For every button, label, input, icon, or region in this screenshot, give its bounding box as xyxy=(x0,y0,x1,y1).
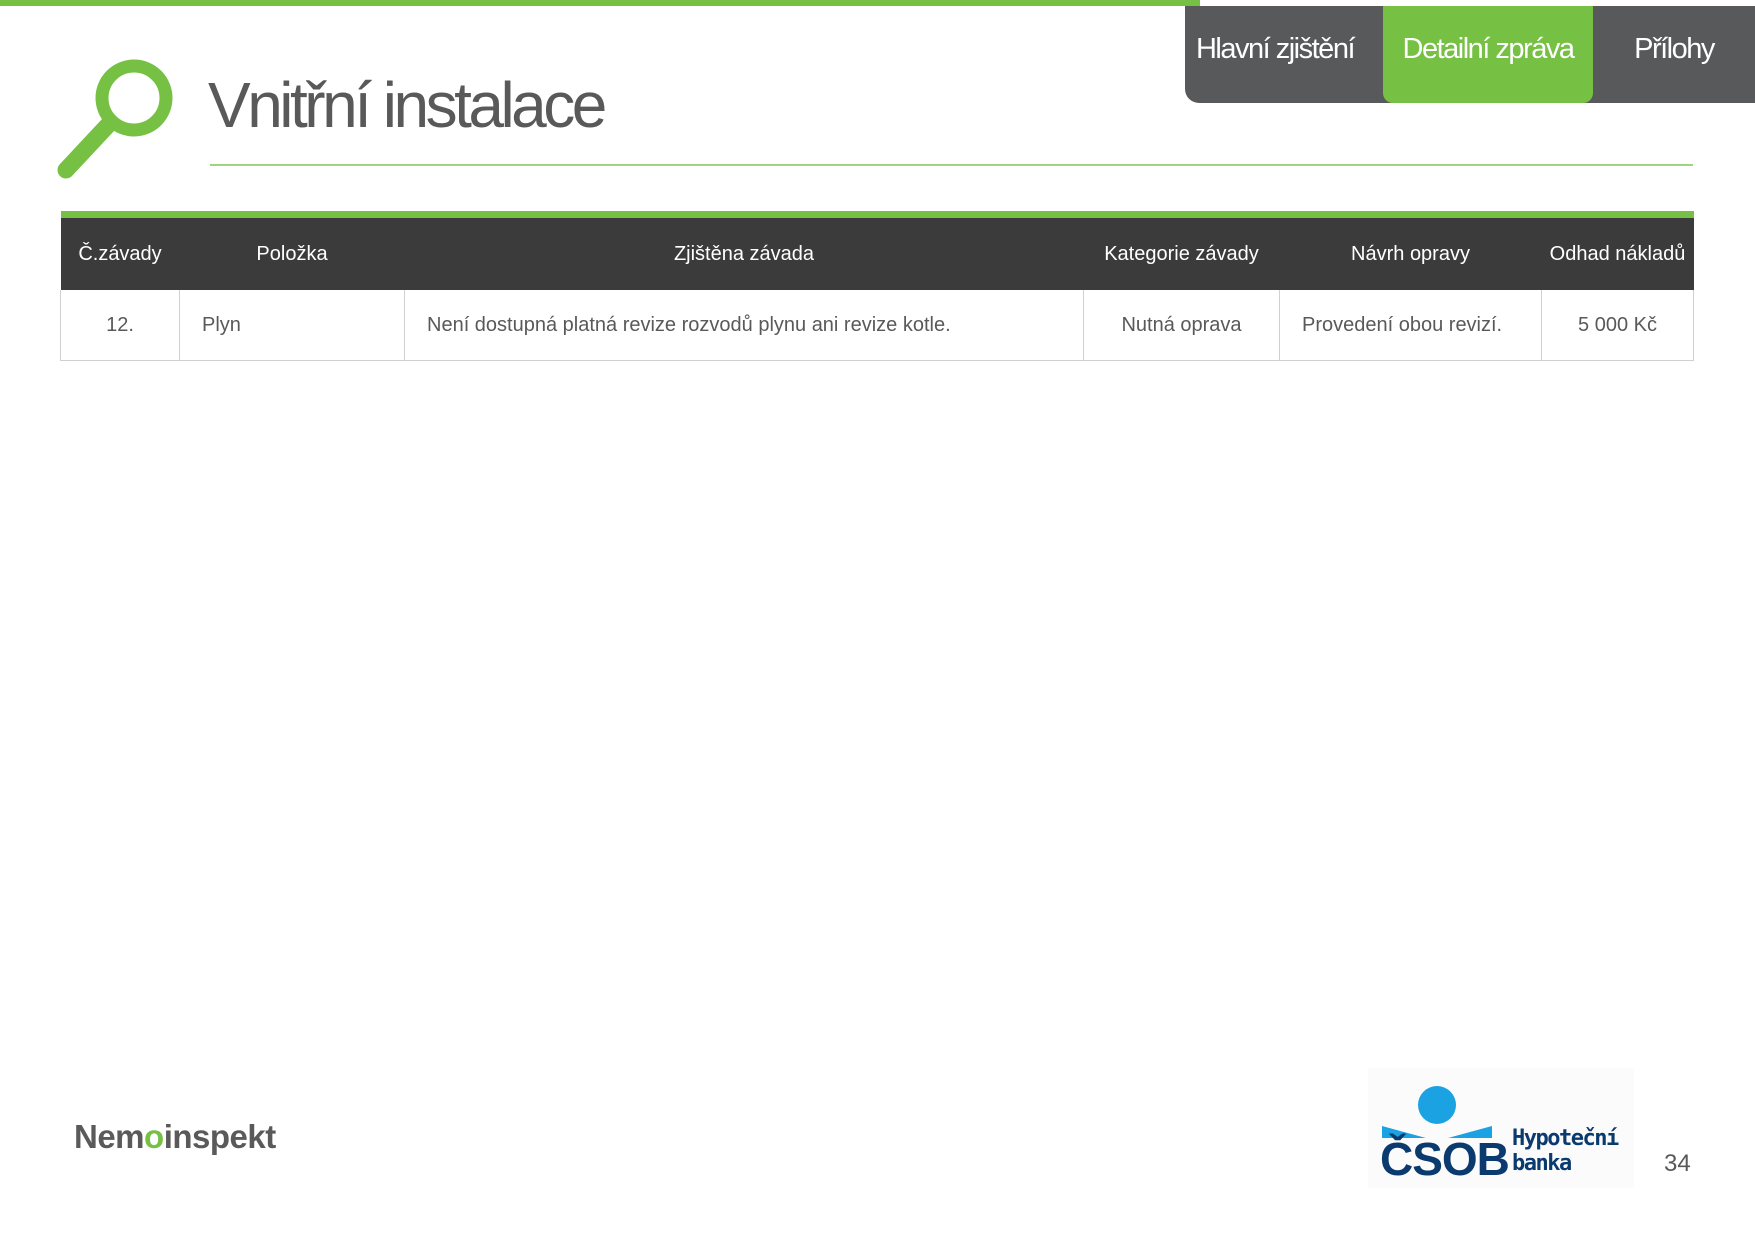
tab-hlavni-zjisteni[interactable]: Hlavní zjištění xyxy=(1185,6,1365,103)
csob-subtitle: Hypoteční banka xyxy=(1512,1126,1619,1176)
tab-prilohy[interactable]: Přílohy xyxy=(1593,6,1755,103)
title-divider xyxy=(210,164,1693,166)
csob-wordmark: ČSOB xyxy=(1380,1133,1510,1185)
column-header-odhad-nakladu: Odhad nákladů xyxy=(1541,214,1694,290)
top-accent-line xyxy=(0,0,1200,6)
csob-logo-circle xyxy=(1418,1086,1456,1124)
cell-repair-proposal: Provedení obou revizí. xyxy=(1279,290,1542,361)
table-row: 12. Plyn Není dostupná platná revize roz… xyxy=(60,290,1694,361)
tab-detailni-zprava[interactable]: Detailní zpráva xyxy=(1383,6,1593,103)
column-header-polozka: Položka xyxy=(179,214,405,290)
page-title: Vnitřní instalace xyxy=(208,69,607,141)
column-header-kategorie: Kategorie závady xyxy=(1083,214,1280,290)
cell-defect-description: Není dostupná platná revize rozvodů plyn… xyxy=(404,290,1084,361)
cell-defect-number: 12. xyxy=(60,290,180,361)
cell-category: Nutná oprava xyxy=(1083,290,1280,361)
column-header-navrh-opravy: Návrh opravy xyxy=(1279,214,1542,290)
column-header-zjistena-zavada: Zjištěna závada xyxy=(404,214,1084,290)
cell-item: Plyn xyxy=(179,290,405,361)
search-icon xyxy=(57,59,173,179)
section-tabs: Hlavní zjištění Detailní zpráva Přílohy xyxy=(1185,6,1755,103)
csob-hypotecni-banka-logo: ČSOB Hypoteční banka xyxy=(1368,1068,1634,1188)
table-header-row: Č.závady Položka Zjištěna závada Kategor… xyxy=(60,214,1694,290)
cell-cost-estimate: 5 000 Kč xyxy=(1541,290,1694,361)
column-header-cislo: Č.závady xyxy=(60,214,180,290)
nemoinspekt-logo: Nemoinspekt xyxy=(74,1118,276,1155)
page-number: 34 xyxy=(1664,1150,1691,1177)
defects-table: Č.závady Položka Zjištěna závada Kategor… xyxy=(60,211,1694,361)
